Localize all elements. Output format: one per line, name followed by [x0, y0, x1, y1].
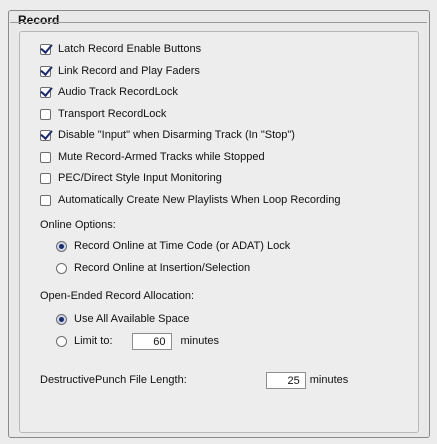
checkbox-label: Automatically Create New Playlists When …: [58, 194, 341, 206]
radio-unselected-icon[interactable]: [56, 262, 67, 274]
checkbox-checked-icon[interactable]: [40, 65, 51, 77]
radio-selected-icon[interactable]: [56, 240, 67, 252]
transport-recordlock-checkbox[interactable]: Transport RecordLock: [40, 106, 166, 122]
auto-create-playlists-checkbox[interactable]: Automatically Create New Playlists When …: [40, 192, 340, 208]
checkbox-label: Audio Track RecordLock: [58, 86, 178, 98]
checkbox-checked-icon[interactable]: [40, 43, 51, 55]
section-divider: [10, 22, 427, 23]
open-ended-heading: Open-Ended Record Allocation:: [40, 290, 195, 302]
radio-label: Record Online at Time Code (or ADAT) Loc…: [74, 240, 291, 252]
latch-record-enable-checkbox[interactable]: Latch Record Enable Buttons: [40, 41, 201, 57]
checkbox-unchecked-icon[interactable]: [40, 172, 51, 184]
radio-unselected-icon[interactable]: [56, 335, 67, 347]
destructive-punch-unit: minutes: [309, 374, 349, 386]
checkbox-label: Transport RecordLock: [58, 108, 167, 120]
destructive-punch-label: DestructivePunch File Length:: [40, 374, 187, 386]
radio-label: Record Online at Insertion/Selection: [74, 262, 251, 274]
disable-input-checkbox[interactable]: Disable "Input" when Disarming Track (In…: [40, 127, 295, 143]
checkbox-unchecked-icon[interactable]: [40, 108, 51, 120]
link-record-play-faders-checkbox[interactable]: Link Record and Play Faders: [40, 63, 200, 79]
use-all-space-radio[interactable]: Use All Available Space: [56, 311, 189, 327]
checkbox-label: Link Record and Play Faders: [58, 65, 200, 77]
audio-track-recordlock-checkbox[interactable]: Audio Track RecordLock: [40, 84, 178, 100]
limit-unit-label: minutes: [180, 335, 220, 347]
checkbox-checked-icon[interactable]: [40, 86, 51, 98]
limit-to-radio[interactable]: Limit to: 60 minutes: [56, 332, 220, 350]
radio-selected-icon[interactable]: [56, 313, 67, 325]
checkbox-label: Mute Record-Armed Tracks while Stopped: [58, 151, 265, 163]
destructive-punch-input[interactable]: 25: [265, 371, 306, 389]
radio-label: Use All Available Space: [74, 313, 190, 325]
online-timecode-radio[interactable]: Record Online at Time Code (or ADAT) Loc…: [56, 238, 290, 254]
checkbox-unchecked-icon[interactable]: [40, 151, 51, 163]
limit-minutes-input[interactable]: 60: [131, 332, 172, 350]
checkbox-checked-icon[interactable]: [40, 129, 51, 141]
checkbox-label: Latch Record Enable Buttons: [58, 43, 202, 55]
destructive-punch-row: DestructivePunch File Length: 25 minutes: [40, 371, 349, 389]
checkbox-unchecked-icon[interactable]: [40, 194, 51, 206]
checkbox-label: PEC/Direct Style Input Monitoring: [58, 172, 222, 184]
online-options-heading: Online Options:: [40, 219, 116, 231]
pec-direct-monitoring-checkbox[interactable]: PEC/Direct Style Input Monitoring: [40, 170, 222, 186]
mute-record-armed-checkbox[interactable]: Mute Record-Armed Tracks while Stopped: [40, 149, 265, 165]
online-insertion-radio[interactable]: Record Online at Insertion/Selection: [56, 260, 250, 276]
radio-label: Limit to:: [74, 335, 113, 347]
checkbox-label: Disable "Input" when Disarming Track (In…: [58, 129, 295, 141]
section-title: Record: [18, 13, 60, 27]
